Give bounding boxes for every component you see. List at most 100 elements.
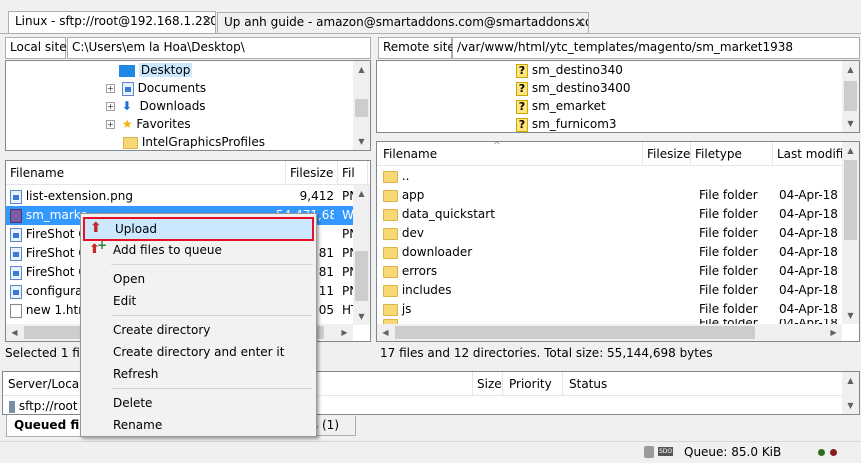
remote-row[interactable]: app File folder 04-Apr-18 1 xyxy=(377,186,859,205)
local-tree[interactable]: Desktop + Documents + ⬇ Downloads + ★ Fa… xyxy=(5,60,371,151)
scroll-up-icon[interactable]: ▲ xyxy=(353,61,370,78)
scroll-down-icon[interactable]: ▼ xyxy=(842,115,859,132)
menu-item-create-directory[interactable]: Create directory xyxy=(83,319,314,341)
file-row[interactable]: list-extension.png 9,412 PN xyxy=(6,187,370,206)
menu-item-refresh[interactable]: Refresh xyxy=(83,363,314,385)
close-icon[interactable]: ✕ xyxy=(575,15,585,29)
scroll-up-icon[interactable]: ▲ xyxy=(842,372,859,389)
remote-row[interactable]: downloader File folder 04-Apr-18 1 xyxy=(377,243,859,262)
file-name-cell: data_quickstart xyxy=(383,205,633,224)
remote-file-list[interactable]: Filename ^ Filesize Filetype Last modifi… xyxy=(376,141,860,342)
tree-item[interactable]: ? sm_furnicom3 xyxy=(516,115,859,132)
file-size: 9,412 xyxy=(299,189,334,203)
remote-path-input[interactable]: /var/www/html/ytc_templates/magento/sm_m… xyxy=(452,37,860,59)
menu-item-open[interactable]: Open xyxy=(83,268,314,290)
tree-item-desktop[interactable]: Desktop xyxy=(119,61,370,80)
remote-list-hscrollbar[interactable]: ◀ ▶ xyxy=(377,324,842,341)
menu-item-rename[interactable]: Rename xyxy=(83,414,314,436)
tree-item-label: Downloads xyxy=(139,99,206,113)
expand-icon[interactable]: + xyxy=(106,120,115,129)
remote-row[interactable]: js File folder 04-Apr-18 1 xyxy=(377,300,859,319)
sdo-icon: SDO xyxy=(658,447,674,456)
tree-item[interactable]: ? sm_destino3400 xyxy=(516,79,859,98)
tab-up-anh-guide[interactable]: Up anh guide - amazon@smartaddons.com@sm… xyxy=(217,12,589,33)
scrollbar-thumb[interactable] xyxy=(395,326,755,339)
file-name: list-extension.png xyxy=(25,189,133,203)
col-filetype[interactable]: Fil xyxy=(338,161,368,185)
scroll-left-icon[interactable]: ◀ xyxy=(6,324,23,341)
tree-item-documents[interactable]: + Documents xyxy=(106,79,370,98)
local-path-input[interactable]: C:\Users\em la Hoa\Desktop\ xyxy=(67,37,371,59)
col-last-modified[interactable]: Last modifie xyxy=(773,142,843,166)
col-filetype[interactable]: Filetype xyxy=(691,142,773,166)
menu-item-label: Open xyxy=(113,272,146,286)
remote-row[interactable]: errors File folder 04-Apr-18 1 xyxy=(377,262,859,281)
col-filesize[interactable]: Filesize xyxy=(643,142,691,166)
col-filesize[interactable]: Filesize xyxy=(286,161,338,185)
menu-separator xyxy=(111,388,312,389)
scroll-down-icon[interactable]: ▼ xyxy=(353,308,370,325)
menu-item-edit[interactable]: Edit xyxy=(83,290,314,312)
queue-server: sftp://root xyxy=(18,399,78,413)
file-type: File folder xyxy=(699,207,758,221)
scrollbar-thumb[interactable] xyxy=(844,160,857,240)
remote-tree-scrollbar[interactable]: ▲ ▼ xyxy=(842,61,859,132)
remote-row[interactable]: data_quickstart File folder 04-Apr-18 1 xyxy=(377,205,859,224)
tree-item-downloads[interactable]: + ⬇ Downloads xyxy=(106,97,370,116)
menu-item-add-to-queue[interactable]: ⬆ + Add files to queue xyxy=(83,238,314,261)
col-priority[interactable]: Priority xyxy=(503,372,563,396)
tab-linux[interactable]: Linux - sftp://root@192.168.1.220 ✕ xyxy=(8,11,216,33)
file-name: app xyxy=(401,188,425,202)
scroll-down-icon[interactable]: ▼ xyxy=(842,397,859,414)
file-name-cell: list-extension.png xyxy=(10,187,280,206)
image-file-icon xyxy=(10,227,22,242)
col-status[interactable]: Status xyxy=(563,372,843,396)
remote-tree[interactable]: ? sm_destino340 ? sm_destino3400 ? sm_em… xyxy=(376,60,860,133)
file-date: 04-Apr-18 1 xyxy=(779,283,843,297)
tab-underline xyxy=(0,33,861,34)
scrollbar-thumb[interactable] xyxy=(355,99,368,117)
menu-separator xyxy=(111,264,312,265)
folder-icon xyxy=(123,136,138,149)
tree-item[interactable]: ? sm_emarket xyxy=(516,97,859,116)
folder-icon xyxy=(383,170,398,183)
scroll-up-icon[interactable]: ▲ xyxy=(842,61,859,78)
remote-row-parent[interactable]: .. xyxy=(377,167,859,186)
file-type: File folder xyxy=(699,283,758,297)
scroll-up-icon[interactable]: ▲ xyxy=(353,185,370,202)
remote-site-label: Remote site: xyxy=(378,37,459,59)
local-tree-scrollbar[interactable]: ▲ ▼ xyxy=(353,61,370,150)
tree-item-favorites[interactable]: + ★ Favorites xyxy=(106,115,370,134)
expand-icon[interactable]: + xyxy=(106,84,115,93)
menu-item-delete[interactable]: Delete xyxy=(83,392,314,414)
scroll-down-icon[interactable]: ▼ xyxy=(353,133,370,150)
unknown-folder-icon: ? xyxy=(516,117,528,132)
remote-list-scrollbar[interactable]: ▲ ▼ xyxy=(842,142,859,324)
expand-icon[interactable]: + xyxy=(106,102,115,111)
remote-row[interactable]: includes File folder 04-Apr-18 1 xyxy=(377,281,859,300)
menu-item-create-directory-enter[interactable]: Create directory and enter it xyxy=(83,341,314,363)
tree-item-label: sm_destino3400 xyxy=(531,81,631,95)
col-filename[interactable]: Filename xyxy=(6,161,286,185)
scroll-down-icon[interactable]: ▼ xyxy=(842,307,859,324)
close-icon[interactable]: ✕ xyxy=(202,14,212,28)
remote-status: 17 files and 12 directories. Total size:… xyxy=(380,346,713,360)
queue-scrollbar[interactable]: ▲ ▼ xyxy=(842,372,859,414)
scroll-up-icon[interactable]: ▲ xyxy=(842,142,859,159)
scroll-right-icon[interactable]: ▶ xyxy=(336,324,353,341)
local-status: Selected 1 file xyxy=(5,346,91,360)
menu-item-upload[interactable]: ⬆ Upload xyxy=(83,217,314,241)
scroll-right-icon[interactable]: ▶ xyxy=(825,324,842,341)
tree-item[interactable]: ? sm_destino340 xyxy=(516,61,859,80)
tree-item-intelgraphicsprofiles[interactable]: IntelGraphicsProfiles xyxy=(123,133,370,150)
local-list-scrollbar[interactable]: ▲ ▼ xyxy=(353,185,370,325)
file-date: 04-Apr-18 1 xyxy=(779,226,843,240)
col-size[interactable]: Size xyxy=(473,372,503,396)
scroll-left-icon[interactable]: ◀ xyxy=(377,324,394,341)
scrollbar-thumb[interactable] xyxy=(844,81,857,111)
scrollbar-thumb[interactable] xyxy=(355,251,368,301)
file-name: configurat xyxy=(25,284,88,298)
remote-row[interactable]: dev File folder 04-Apr-18 1 xyxy=(377,224,859,243)
image-file-icon xyxy=(10,189,22,204)
col-filename[interactable]: Filename xyxy=(377,142,643,166)
